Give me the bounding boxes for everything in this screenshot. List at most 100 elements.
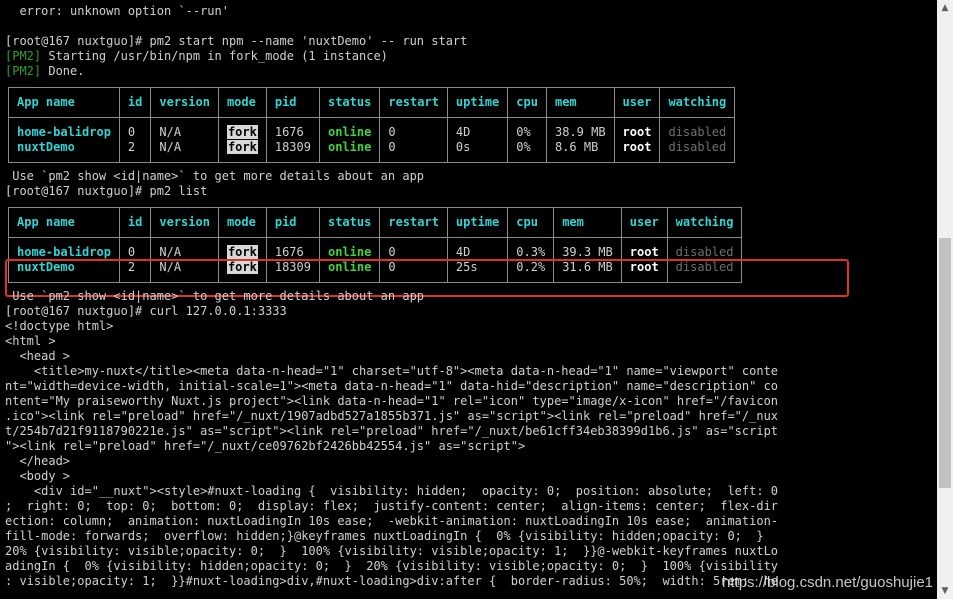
cell-value: fork [226,245,258,259]
output-line: <head > [5,349,71,363]
output-line: <!doctype html> [5,319,114,333]
output-line: ; right: 0; top: 0; bottom: 0; display: … [5,499,779,513]
column-header: mode [217,207,267,238]
column-header: App name [8,87,120,118]
cell-value: root [629,245,659,259]
table-cell: N/A [150,117,219,140]
output-line: <div id="__nuxt"><style>#nuxt-loading { … [5,484,779,498]
column-header: id [118,87,152,118]
pm2-starting-text: Starting /usr/bin/npm in fork_mode (1 in… [41,49,388,63]
cell-value: 4D [455,245,471,259]
command-line: [root@167 nuxtguo]# pm2 start npm --name… [5,34,468,48]
table-cell: fork [217,237,267,260]
table-cell: 2 [118,140,152,163]
table-cell: 0.3% [507,237,555,260]
hint-line: Use `pm2 show <id|name>` to get more det… [5,289,425,303]
column-header: mode [217,87,267,118]
cell-value: home-balidrop [17,245,111,259]
output-line: "><link rel="preload" href="/_nuxt/ce097… [5,439,526,453]
cell-value: 0 [388,125,396,139]
table-cell: root [613,140,661,163]
scrollbar-thumb[interactable] [939,238,951,488]
error-line: error: unknown option `--run' [5,4,229,18]
cell-value: nuxtDemo [17,140,75,154]
column-header: pid [265,87,320,118]
table-cell: home-balidrop [8,237,120,260]
column-header: mem [553,207,622,238]
output-line: t/254b7d21f9118790221e.js" as="script"><… [5,424,779,438]
output-line: <body > [5,469,71,483]
terminal-output[interactable]: error: unknown option `--run' [root@167 … [0,0,937,599]
cell-value: 8.6 MB [554,140,599,154]
cell-value: disabled [668,125,727,139]
column-header: watching [666,207,743,238]
table-cell: 0 [118,117,152,140]
column-header: status [318,87,381,118]
table-cell: root [613,117,661,140]
table-cell: online [318,237,381,260]
output-line: ection: column; animation: nuxtLoadingIn… [5,514,779,528]
triangle-up-icon[interactable]: ▲ [937,0,953,16]
column-header: restart [379,87,448,118]
command-line: [root@167 nuxtguo]# curl 127.0.0.1:3333 [5,304,287,318]
cell-value: N/A [159,245,182,259]
column-header: restart [379,207,448,238]
cell-value: N/A [159,125,182,139]
table-cell: disabled [659,117,736,140]
pm2-tag: [PM2] [5,64,42,78]
table-cell: 8.6 MB [545,140,615,163]
cell-value: fork [226,125,258,139]
column-header: cpu [507,207,555,238]
output-line: </head> [5,454,71,468]
pm2-process-table: App name id version mode pid status restart upt… [8,87,736,163]
column-header: pid [265,207,320,238]
column-header: cpu [507,87,547,118]
cell-value: 1676 [274,125,304,139]
table-cell: 1676 [265,237,320,260]
table-cell: N/A [150,237,219,260]
cell-value: 39.3 MB [562,245,613,259]
pm2-done-line: [PM2] Done. [5,64,84,79]
output-line: ntent="My praiseworthy Nuxt.js project">… [5,394,779,408]
cell-value: 0 [388,245,396,259]
table-row: home-balidrop 0 N/A fork 1676 online 0 4D 0.3% 39… [8,237,743,260]
cell-value: root [622,125,652,139]
cell-value: home-balidrop [17,125,111,139]
cell-value: 2 [127,140,136,154]
pm2-starting-line: [PM2] Starting /usr/bin/npm in fork_mode… [5,49,388,64]
cell-value: disabled [668,140,727,154]
table-cell: 0 [118,237,152,260]
output-line: adingIn { 0% {visibility: hidden;opacity… [5,559,779,573]
cell-value: 0 [127,125,136,139]
table-cell: disabled [659,140,736,163]
cell-value: 0% [516,125,531,139]
table-cell: 0 [379,117,448,140]
table-cell: online [318,140,381,163]
table-cell: root [620,237,668,260]
column-header: mem [545,87,615,118]
output-line: fill-mode: forwards; overflow: hidden;}@… [5,529,764,543]
triangle-down-icon[interactable]: ▼ [937,583,953,599]
table-cell: 1676 [265,117,320,140]
cell-value: 0s [455,140,471,154]
pm2-tag: [PM2] [5,49,42,63]
output-line: <title>my-nuxt</title><meta data-n-head=… [5,364,779,378]
table-cell: nuxtDemo [8,140,120,163]
cell-value: 0% [516,140,531,154]
column-header: uptime [446,207,509,238]
table-cell: 4D [446,117,509,140]
cell-value: 38.9 MB [554,125,606,139]
table-cell: N/A [150,140,219,163]
cell-value: online [327,125,372,139]
table-header-row: App name id version mode pid status restart upt… [8,207,743,238]
cell-value: 1676 [274,245,304,259]
cell-value: 0 [127,245,136,259]
table-cell: 0 [379,237,448,260]
table-cell: 0% [507,117,547,140]
vertical-scrollbar[interactable]: ▲ ▼ [937,0,953,599]
watermark: https://blog.csdn.net/guoshujie1 [722,574,933,591]
table-cell: 4D [446,237,509,260]
cell-value: online [327,140,372,154]
table-cell: fork [217,140,267,163]
output-line: : visible;opacity: 1; }}#nuxt-loading>di… [5,574,779,588]
